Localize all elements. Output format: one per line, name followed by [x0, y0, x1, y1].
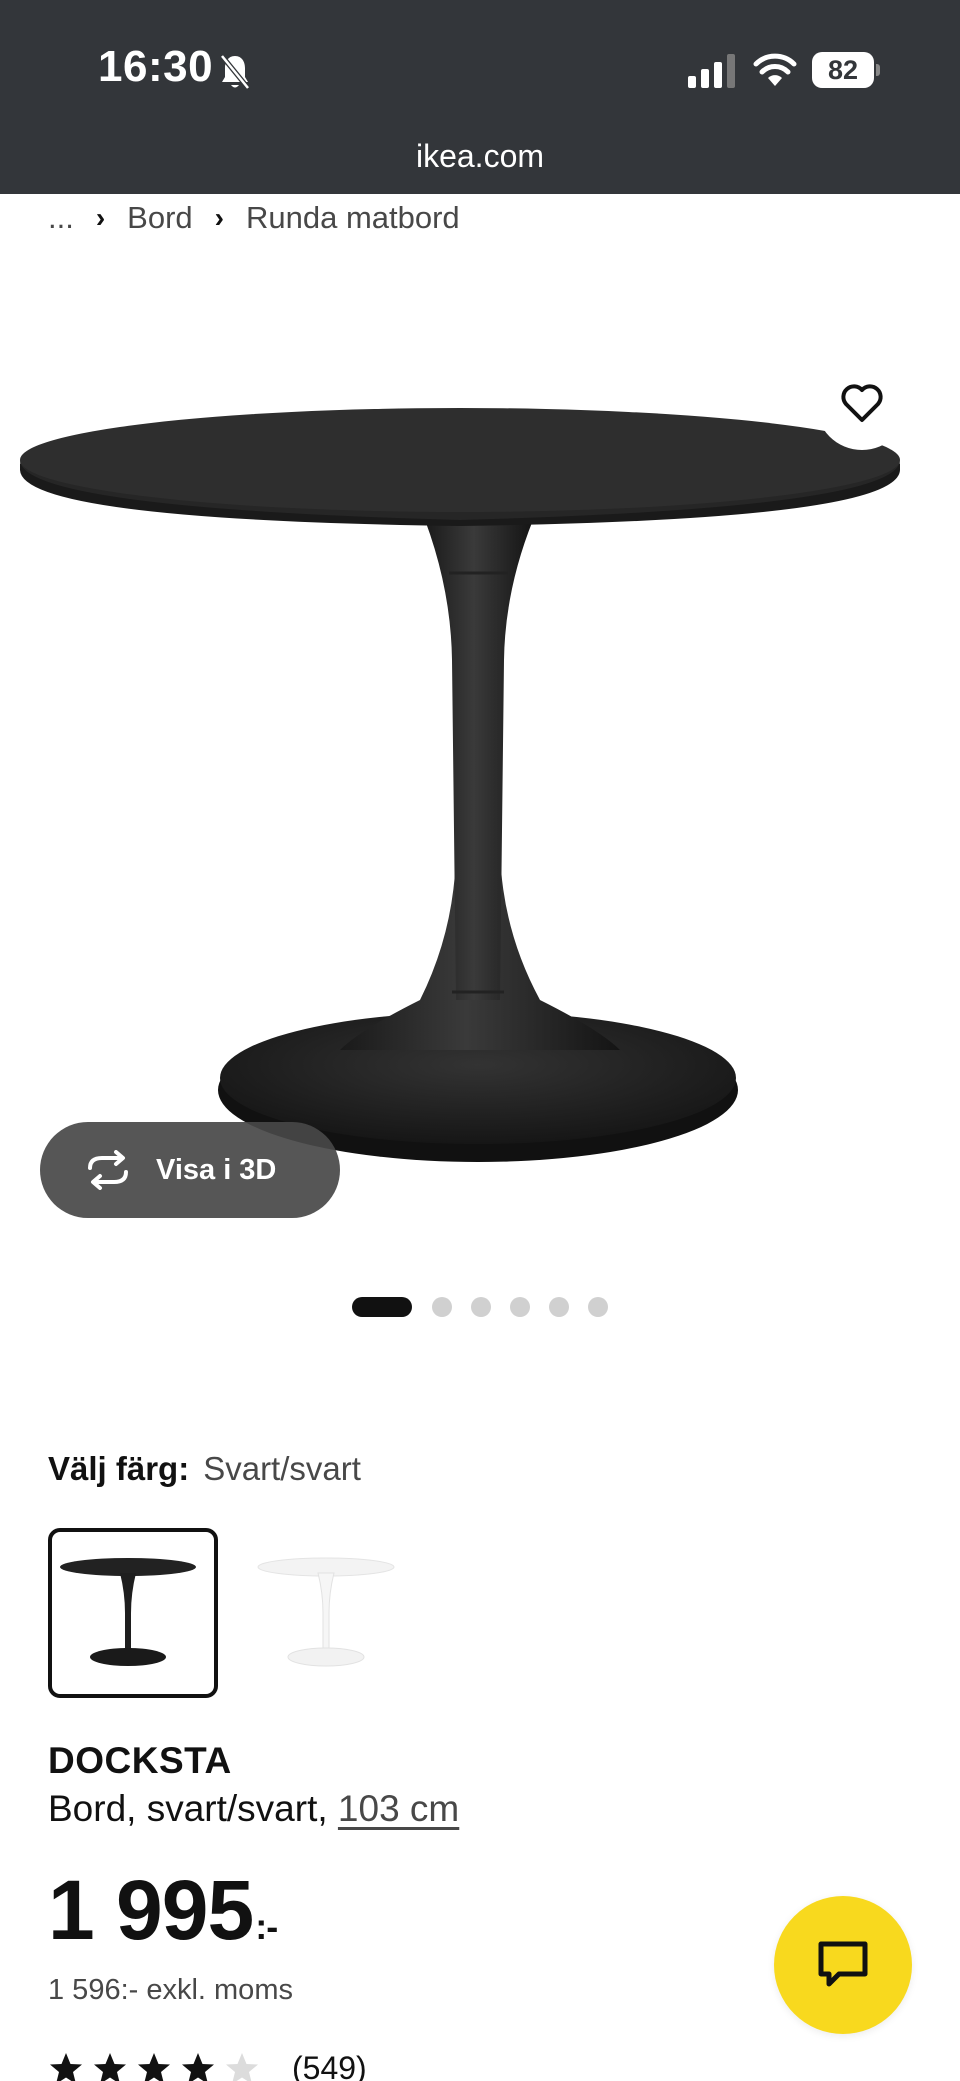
rotate-3d-icon	[88, 1150, 128, 1190]
cellular-signal-icon	[688, 54, 735, 88]
color-selection: Välj färg: Svart/svart	[48, 1450, 361, 1488]
pagination-dot-1[interactable]	[352, 1297, 412, 1317]
product-rating[interactable]: (549)	[48, 2050, 367, 2081]
star-filled-icon	[94, 2052, 126, 2081]
heart-icon	[841, 384, 883, 422]
product-description-text: Bord, svart/svart,	[48, 1788, 328, 1829]
chevron-right-icon: ›	[95, 202, 106, 233]
pagination-dot-3[interactable]	[471, 1297, 491, 1317]
color-label: Välj färg:	[48, 1450, 190, 1487]
white-table-swatch	[257, 1557, 395, 1667]
pagination-dot-2[interactable]	[432, 1297, 452, 1317]
bell-slash-icon	[220, 54, 250, 90]
chevron-right-icon: ›	[214, 202, 224, 233]
star-filled-icon	[50, 2052, 82, 2081]
color-swatch-white[interactable]	[236, 1528, 406, 1698]
battery-level: 82	[827, 55, 859, 85]
status-time: 16:30	[98, 42, 214, 91]
black-table-swatch	[60, 1558, 196, 1666]
pagination-dot-4[interactable]	[510, 1297, 530, 1317]
breadcrumb-item-bord[interactable]: Bord	[127, 200, 192, 236]
price-suffix: :-	[255, 1906, 278, 1947]
color-swatch-black[interactable]	[48, 1528, 218, 1698]
pagination-dot-5[interactable]	[549, 1297, 569, 1317]
color-selected-value: Svart/svart	[203, 1450, 361, 1487]
review-count: (549)	[292, 2050, 367, 2081]
url-bar[interactable]: ikea.com	[0, 138, 960, 175]
favorite-button[interactable]	[816, 358, 908, 450]
chat-bubble-icon	[818, 1941, 868, 1987]
product-size-link[interactable]: 103 cm	[338, 1788, 459, 1829]
product-image[interactable]	[0, 330, 960, 1210]
price-value: 1 995	[48, 1863, 254, 1957]
battery-icon: 82	[812, 52, 880, 88]
price-excl-vat: 1 596:- exkl. moms	[48, 1974, 293, 2006]
star-filled-icon	[138, 2052, 170, 2081]
view-in-3d-button[interactable]: Visa i 3D	[40, 1122, 340, 1218]
view-in-3d-label: Visa i 3D	[156, 1153, 277, 1186]
breadcrumb-ellipsis[interactable]: ...	[48, 200, 74, 236]
image-pagination	[352, 1296, 627, 1318]
star-empty-icon	[226, 2052, 258, 2081]
browser-topbar: 16:30 82 ikea.com	[0, 0, 960, 194]
chat-button[interactable]	[774, 1896, 912, 2034]
product-price: 1 995:-	[48, 1868, 278, 1952]
product-name: DOCKSTA	[48, 1740, 232, 1781]
breadcrumb: ... › Bord › Runda matbord	[48, 198, 460, 238]
product-description: Bord, svart/svart, 103 cm	[48, 1788, 459, 1830]
pagination-dot-6[interactable]	[588, 1297, 608, 1317]
star-filled-icon	[182, 2052, 214, 2081]
wifi-icon	[753, 53, 797, 86]
breadcrumb-item-runda-matbord[interactable]: Runda matbord	[246, 200, 460, 236]
